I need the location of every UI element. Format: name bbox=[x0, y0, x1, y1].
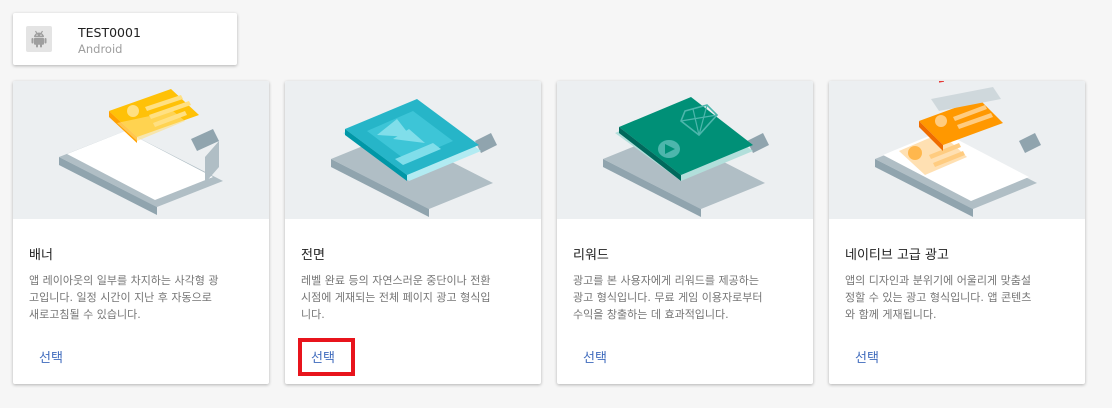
rewarded-illustration bbox=[557, 81, 813, 219]
banner-illustration bbox=[13, 81, 269, 219]
app-name: TEST0001 bbox=[78, 25, 141, 40]
card-title: 네이티브 고급 광고 bbox=[845, 248, 949, 263]
card-title: 리워드 bbox=[573, 248, 609, 263]
card-description: 광고를 본 사용자에게 리워드를 제공하는 광고 형식입니다. 무료 게임 이용… bbox=[573, 274, 763, 321]
select-banner-button[interactable]: 선택 bbox=[39, 347, 63, 366]
interstitial-illustration bbox=[285, 81, 541, 219]
native-illustration bbox=[829, 81, 1085, 219]
select-rewarded-button[interactable]: 선택 bbox=[583, 347, 607, 366]
app-platform: Android bbox=[78, 42, 123, 56]
card-description: 앱의 디자인과 분위기에 어울리게 맞춤설 정할 수 있는 광고 형식입니다. … bbox=[845, 274, 1032, 321]
android-icon bbox=[26, 26, 52, 52]
card-description: 앱 레이아웃의 일부를 차지하는 사각형 광 고입니다. 일정 시간이 지난 후… bbox=[29, 274, 219, 321]
app-selector-chip[interactable]: TEST0001 Android bbox=[13, 13, 237, 65]
ad-format-card-banner: 배너 앱 레이아웃의 일부를 차지하는 사각형 광 고입니다. 일정 시간이 지… bbox=[13, 81, 269, 384]
highlight-annotation bbox=[298, 338, 355, 376]
card-description: 레벨 완료 등의 자연스러운 중단이나 전환 시점에 게재되는 전체 페이지 광… bbox=[301, 274, 491, 321]
select-native-button[interactable]: 선택 bbox=[855, 347, 879, 366]
ad-format-card-native: 네이티브 고급 광고 앱의 디자인과 분위기에 어울리게 맞춤설 정할 수 있는… bbox=[829, 81, 1085, 384]
ad-format-card-rewarded: 리워드 광고를 본 사용자에게 리워드를 제공하는 광고 형식입니다. 무료 게… bbox=[557, 81, 813, 384]
card-title: 배너 bbox=[29, 248, 53, 263]
card-title: 전면 bbox=[301, 248, 325, 263]
